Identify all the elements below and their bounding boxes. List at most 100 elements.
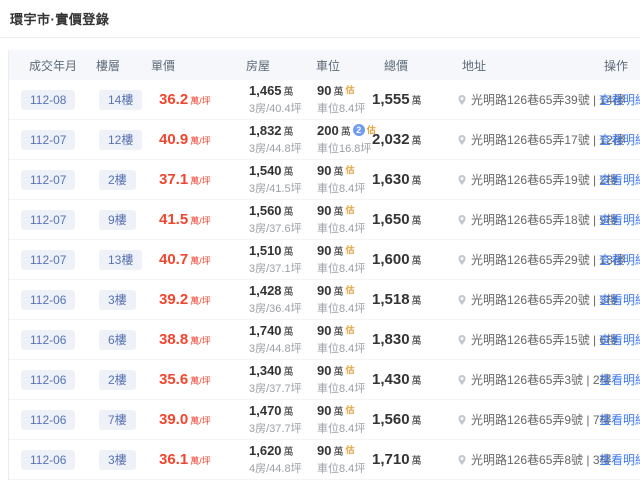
parking-cell: 90萬估 車位8.4坪	[316, 443, 372, 476]
parking-price-unit: 萬	[333, 167, 343, 178]
map-pin-icon	[456, 294, 468, 306]
house-price-value: 1,340	[249, 363, 282, 378]
view-detail-link[interactable]: 查看明細>	[599, 413, 640, 427]
parking-price-unit: 萬	[333, 287, 343, 298]
view-detail-link[interactable]: 查看明細>	[599, 293, 640, 307]
unit-price-value: 36.2	[159, 91, 188, 108]
col-header-action: 操作	[591, 57, 640, 74]
parking-price-value: 90	[317, 283, 331, 298]
total-price-unit: 萬	[412, 256, 422, 267]
date-tag: 112-08	[21, 90, 75, 110]
parking-desc: 車位8.4坪	[317, 380, 372, 396]
house-price-unit: 萬	[284, 87, 294, 98]
table-row: 112-07 12樓 40.9萬/坪 1,832萬 3房/44.8坪 200萬2…	[9, 120, 640, 160]
estimate-badge: 估	[345, 245, 354, 255]
house-cell: 1,465萬 3房/40.4坪	[246, 83, 316, 116]
total-price-unit: 萬	[412, 296, 422, 307]
house-desc: 3房/37.7坪	[249, 420, 316, 436]
unit-price-suffix: 萬/坪	[190, 176, 211, 186]
date-cell: 112-06	[9, 450, 89, 470]
total-price-value: 1,518	[372, 291, 410, 308]
total-price-unit: 萬	[412, 136, 422, 147]
house-price-value: 1,465	[249, 83, 282, 98]
unit-price-suffix: 萬/坪	[190, 376, 211, 386]
floor-cell: 3樓	[89, 450, 151, 470]
date-cell: 112-06	[9, 410, 89, 430]
address-cell: 光明路126巷65弄15號 | 6樓	[454, 331, 591, 348]
floor-cell: 13樓	[89, 250, 151, 270]
col-header-unit-price: 單價	[151, 57, 246, 74]
parking-desc: 車位8.4坪	[317, 340, 372, 356]
house-cell: 1,560萬 3房/37.6坪	[246, 203, 316, 236]
parking-price-unit: 萬	[333, 327, 343, 338]
total-price-unit: 萬	[412, 96, 422, 107]
estimate-badge: 估	[345, 445, 354, 455]
date-cell: 112-06	[9, 330, 89, 350]
floor-cell: 3樓	[89, 290, 151, 310]
parking-price-unit: 萬	[333, 207, 343, 218]
parking-desc: 車位8.4坪	[317, 100, 372, 116]
date-tag: 112-07	[21, 130, 75, 150]
view-detail-link[interactable]: 查看明細>	[599, 213, 640, 227]
map-pin-icon	[456, 374, 468, 386]
house-price-unit: 萬	[284, 167, 294, 178]
estimate-badge: 估	[345, 405, 354, 415]
house-price-value: 1,470	[249, 403, 282, 418]
house-cell: 1,620萬 4房/44.8坪	[246, 443, 316, 476]
house-price-unit: 萬	[284, 287, 294, 298]
parking-desc: 車位8.4坪	[317, 300, 372, 316]
house-price-value: 1,620	[249, 443, 282, 458]
view-detail-link[interactable]: 查看明細>	[599, 93, 640, 107]
table-row: 112-06 6樓 38.8萬/坪 1,740萬 3房/44.8坪 90萬估 車…	[9, 320, 640, 360]
date-cell: 112-06	[9, 290, 89, 310]
col-header-address: 地址	[454, 57, 591, 74]
total-cell: 2,032萬	[372, 131, 454, 149]
house-price-value: 1,540	[249, 163, 282, 178]
house-desc: 3房/44.8坪	[249, 140, 316, 156]
address-cell: 光明路126巷65弄20號 | 3樓	[454, 291, 591, 308]
parking-price-unit: 萬	[333, 87, 343, 98]
house-price-value: 1,832	[249, 123, 282, 138]
page-header: 環宇市·實價登錄	[0, 0, 640, 38]
unit-price-suffix: 萬/坪	[190, 296, 211, 306]
parking-desc: 車位8.4坪	[317, 260, 372, 276]
unit-price-cell: 36.1萬/坪	[151, 451, 246, 469]
view-detail-link[interactable]: 查看明細>	[599, 453, 640, 467]
house-cell: 1,428萬 3房/36.4坪	[246, 283, 316, 316]
house-price-unit: 萬	[284, 327, 294, 338]
view-detail-link[interactable]: 查看明細>	[599, 373, 640, 387]
house-desc: 3房/37.7坪	[249, 380, 316, 396]
unit-price-suffix: 萬/坪	[190, 416, 211, 426]
total-price-value: 1,710	[372, 451, 410, 468]
view-detail-link[interactable]: 查看明細>	[599, 333, 640, 347]
unit-price-cell: 41.5萬/坪	[151, 211, 246, 229]
map-pin-icon	[456, 174, 468, 186]
map-pin-icon	[456, 414, 468, 426]
address-cell: 光明路126巷65弄9號 | 7樓	[454, 411, 591, 428]
parking-cell: 90萬估 車位8.4坪	[316, 403, 372, 436]
address-cell: 光明路126巷65弄29號 | 13樓	[454, 251, 591, 268]
address-cell: 光明路126巷65弄3號 | 2樓	[454, 371, 591, 388]
total-cell: 1,555萬	[372, 91, 454, 109]
estimate-badge: 估	[345, 85, 354, 95]
floor-tag: 6樓	[99, 330, 136, 350]
house-desc: 3房/36.4坪	[249, 300, 316, 316]
action-cell: 查看明細>	[591, 371, 640, 389]
parking-desc: 車位8.4坪	[317, 180, 372, 196]
house-cell: 1,340萬 3房/37.7坪	[246, 363, 316, 396]
date-cell: 112-07	[9, 130, 89, 150]
parking-price-value: 90	[317, 83, 331, 98]
parking-price-unit: 萬	[333, 447, 343, 458]
view-detail-link[interactable]: 查看明細>	[599, 133, 640, 147]
address-cell: 光明路126巷65弄39號 | 14樓	[454, 91, 591, 108]
col-header-total: 總價	[372, 57, 454, 74]
floor-cell: 2樓	[89, 370, 151, 390]
floor-cell: 6樓	[89, 330, 151, 350]
unit-price-suffix: 萬/坪	[190, 96, 211, 106]
action-cell: 查看明細>	[591, 91, 640, 109]
action-cell: 查看明細>	[591, 171, 640, 189]
view-detail-link[interactable]: 查看明細>	[599, 173, 640, 187]
unit-price-value: 41.5	[159, 211, 188, 228]
date-tag: 112-06	[21, 370, 75, 390]
view-detail-link[interactable]: 查看明細>	[599, 253, 640, 267]
